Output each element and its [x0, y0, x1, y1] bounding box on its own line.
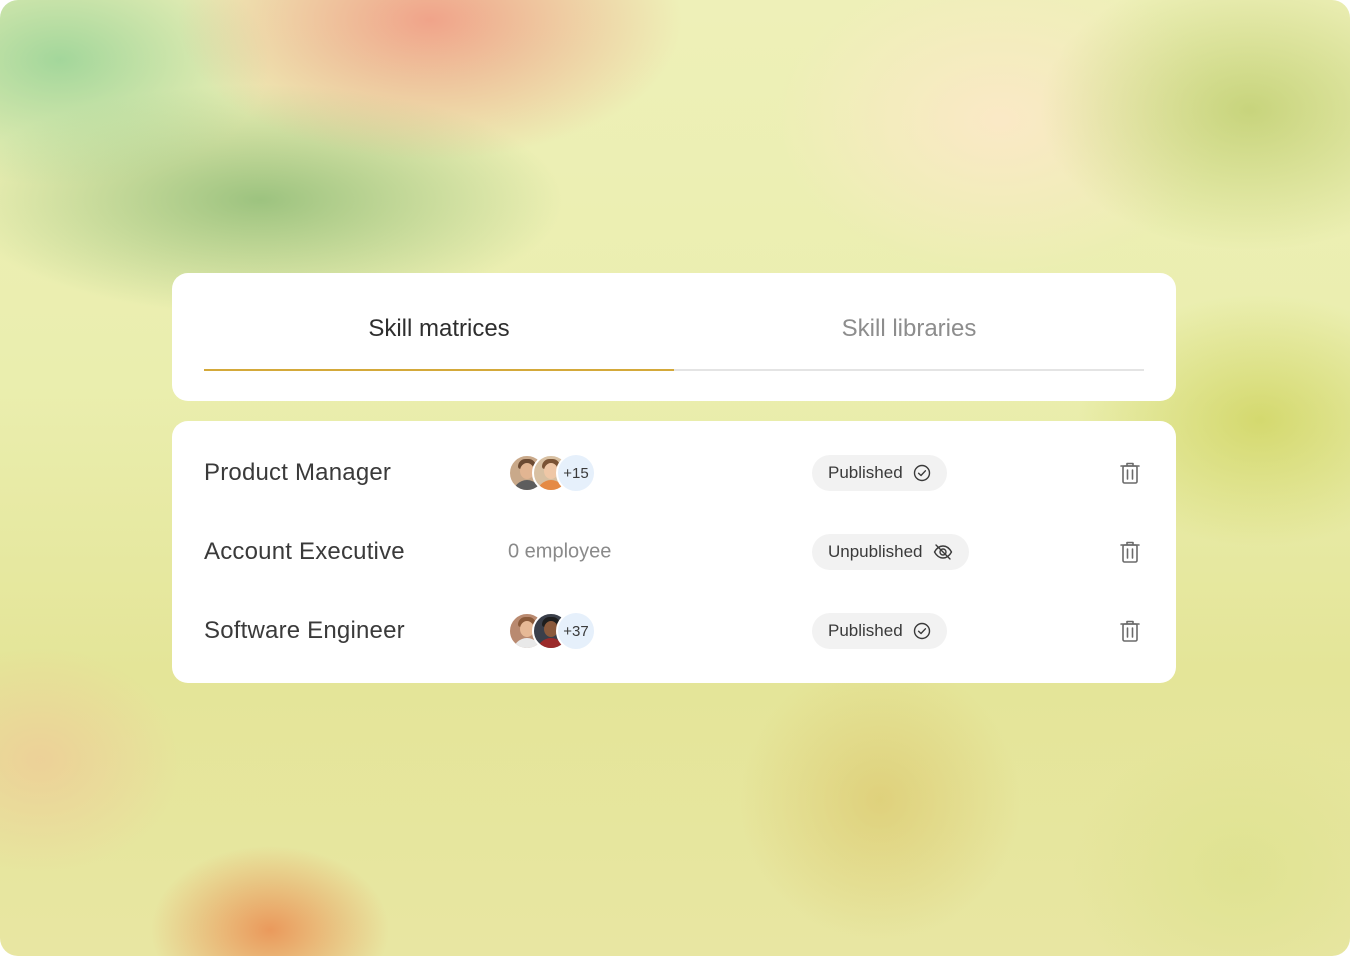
employee-count: 0 employee [508, 540, 612, 563]
matrix-title[interactable]: Software Engineer [204, 617, 405, 645]
trash-icon[interactable] [1116, 617, 1144, 645]
tab-skill-matrices[interactable]: Skill matrices [204, 273, 674, 371]
list-item[interactable]: Product Manager +15 Published [172, 443, 1176, 503]
check-circle-icon [913, 464, 931, 482]
status-badge[interactable]: Published [812, 613, 947, 649]
status-label: Unpublished [828, 542, 923, 561]
skill-matrix-list: Product Manager +15 Published Account Ex… [172, 421, 1176, 683]
background: Skill matrices Skill libraries Product M… [0, 0, 1350, 956]
more-employees-badge: +37 [556, 611, 596, 651]
status-badge[interactable]: Published [812, 455, 947, 491]
matrix-title[interactable]: Account Executive [204, 538, 405, 566]
employee-avatars[interactable]: +37 [508, 611, 596, 651]
tab-bar: Skill matrices Skill libraries [204, 273, 1144, 371]
trash-icon[interactable] [1116, 538, 1144, 566]
check-circle-icon [913, 622, 931, 640]
tabs-card: Skill matrices Skill libraries [172, 273, 1176, 401]
status-label: Published [828, 463, 903, 482]
trash-icon[interactable] [1116, 459, 1144, 487]
tab-skill-libraries[interactable]: Skill libraries [674, 273, 1144, 369]
list-item[interactable]: Account Executive 0 employee Unpublished [172, 522, 1176, 582]
more-employees-badge: +15 [556, 453, 596, 493]
list-item[interactable]: Software Engineer +37 Published [172, 601, 1176, 661]
tab-label: Skill libraries [841, 315, 977, 342]
employee-avatars[interactable]: +15 [508, 453, 596, 493]
eye-off-icon [933, 543, 953, 561]
tab-label: Skill matrices [368, 315, 510, 342]
matrix-title[interactable]: Product Manager [204, 459, 391, 487]
status-badge[interactable]: Unpublished [812, 534, 969, 570]
status-label: Published [828, 621, 903, 640]
